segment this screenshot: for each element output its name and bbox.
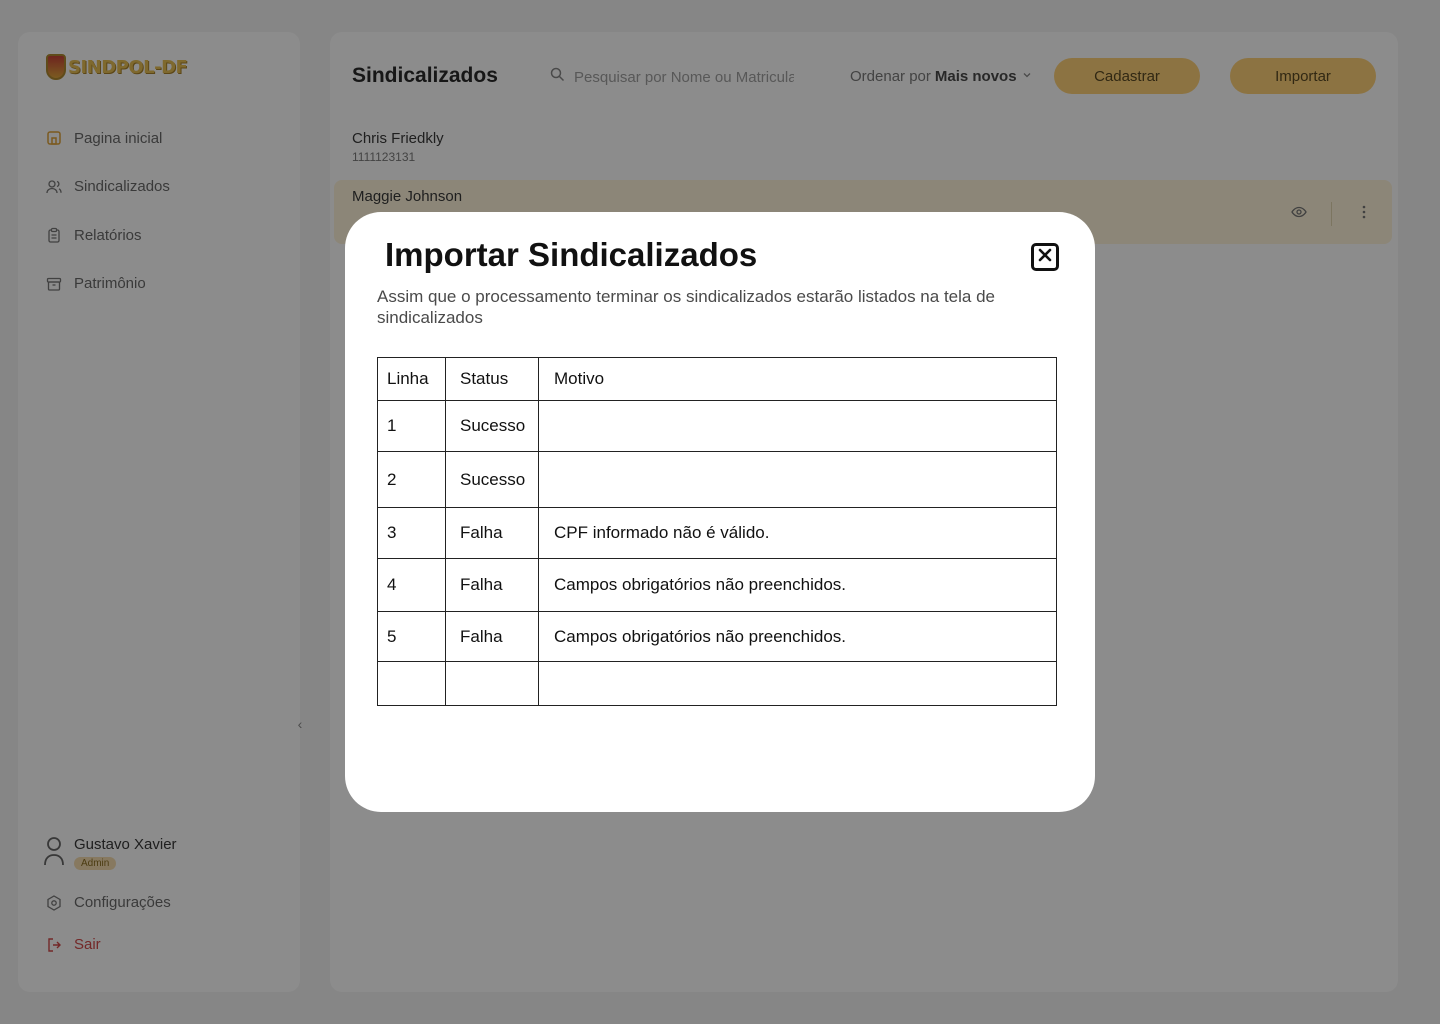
cell-status: Sucesso bbox=[445, 451, 539, 508]
cell-status: Falha bbox=[445, 507, 539, 559]
cell-linha: 1 bbox=[377, 400, 446, 452]
column-header-motivo: Motivo bbox=[538, 357, 1057, 401]
table-row: 4 Falha Campos obrigatórios não preenchi… bbox=[377, 558, 1057, 612]
table-row: 5 Falha Campos obrigatórios não preenchi… bbox=[377, 611, 1057, 662]
cell-motivo bbox=[538, 451, 1057, 508]
cell-status: Falha bbox=[445, 558, 539, 612]
table-row: 1 Sucesso bbox=[377, 400, 1057, 452]
column-header-linha: Linha bbox=[377, 357, 446, 401]
table-row: 3 Falha CPF informado não é válido. bbox=[377, 507, 1057, 559]
cell-linha: 2 bbox=[377, 451, 446, 508]
modal-description: Assim que o processamento terminar os si… bbox=[377, 287, 995, 327]
import-modal: Importar Sindicalizados Assim que o proc… bbox=[345, 212, 1095, 812]
table-row bbox=[377, 661, 1057, 706]
close-icon bbox=[1038, 248, 1052, 267]
cell-status: Sucesso bbox=[445, 400, 539, 452]
cell-linha bbox=[377, 661, 446, 706]
import-results-table: Linha Status Motivo 1 Sucesso 2 Sucesso … bbox=[377, 357, 1057, 706]
table-row: 2 Sucesso bbox=[377, 451, 1057, 508]
table-header-row: Linha Status Motivo bbox=[377, 357, 1057, 401]
cell-motivo bbox=[538, 400, 1057, 452]
cell-status bbox=[445, 661, 539, 706]
column-header-status: Status bbox=[445, 357, 539, 401]
modal-title: Importar Sindicalizados bbox=[385, 236, 758, 273]
cell-linha: 4 bbox=[377, 558, 446, 612]
cell-motivo: Campos obrigatórios não preenchidos. bbox=[538, 558, 1057, 612]
cell-status: Falha bbox=[445, 611, 539, 662]
cell-motivo: CPF informado não é válido. bbox=[538, 507, 1057, 559]
cell-motivo: Campos obrigatórios não preenchidos. bbox=[538, 611, 1057, 662]
cell-linha: 5 bbox=[377, 611, 446, 662]
close-button[interactable] bbox=[1031, 243, 1059, 271]
cell-motivo bbox=[538, 661, 1057, 706]
cell-linha: 3 bbox=[377, 507, 446, 559]
